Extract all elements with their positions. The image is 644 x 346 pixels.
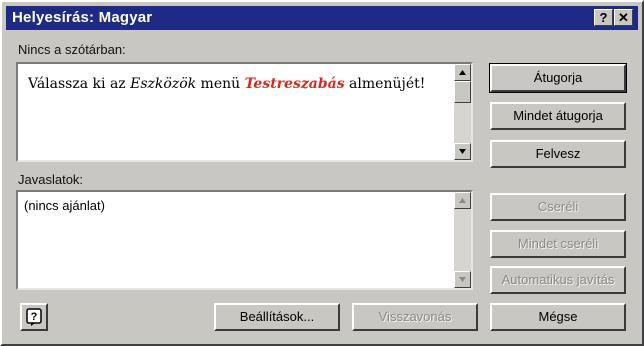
autocorrect-button[interactable]: Automatikus javítás	[490, 266, 626, 294]
sentence-part-1: Válassza ki az	[28, 76, 131, 92]
scroll-down-button[interactable]	[454, 143, 471, 160]
cancel-button[interactable]: Mégse	[490, 303, 626, 331]
scrollbar-suggestions[interactable]	[454, 192, 471, 288]
help-button[interactable]: ?	[594, 9, 613, 26]
add-button[interactable]: Felvesz	[490, 140, 626, 168]
options-button[interactable]: Beállítások...	[214, 303, 340, 331]
help-icon: ?	[599, 10, 608, 25]
not-in-dictionary-textbox[interactable]: Válassza ki az Eszközök menü Testreszabá…	[16, 62, 473, 162]
office-assistant-button[interactable]: ?	[20, 303, 48, 331]
not-in-dictionary-label: Nincs a szótárban:	[18, 42, 126, 57]
suggestions-label: Javaslatok:	[18, 172, 84, 187]
sentence-part-3: menü	[196, 76, 245, 92]
arrow-down-icon	[459, 149, 466, 154]
scroll-down-button[interactable]	[454, 271, 471, 288]
close-button[interactable]: ✕	[614, 9, 633, 26]
assistant-icon: ?	[26, 308, 42, 326]
scroll-up-button[interactable]	[454, 64, 471, 81]
close-icon: ✕	[618, 10, 629, 25]
arrow-down-icon	[459, 277, 466, 282]
undo-button[interactable]: Visszavonás	[352, 303, 478, 331]
skip-all-button[interactable]: Mindet átugorja	[490, 102, 626, 130]
list-item[interactable]: (nincs ajánlat)	[24, 198, 105, 213]
flagged-word: Testreszabás	[244, 76, 345, 92]
sentence-part-2: Eszközök	[130, 76, 197, 92]
dialog-title: Helyesírás: Magyar	[12, 9, 153, 26]
replace-all-button[interactable]: Mindet cseréli	[490, 230, 626, 258]
arrow-up-icon	[459, 70, 466, 75]
scroll-thumb[interactable]	[454, 81, 471, 103]
arrow-up-icon	[459, 198, 466, 203]
replace-button[interactable]: Cseréli	[490, 193, 626, 221]
misspelled-sentence[interactable]: Válassza ki az Eszközök menü Testreszabá…	[28, 76, 425, 92]
sentence-part-5: almenüjét!	[344, 76, 426, 92]
skip-button[interactable]: Átugorja	[489, 63, 627, 93]
spelling-dialog: Helyesírás: Magyar ? ✕ Nincs a szótárban…	[0, 0, 644, 346]
scroll-up-button[interactable]	[454, 192, 471, 209]
suggestions-list[interactable]: (nincs ajánlat)	[16, 190, 473, 290]
scrollbar-top[interactable]	[454, 64, 471, 160]
svg-text:?: ?	[31, 311, 38, 323]
title-bar: Helyesírás: Magyar ? ✕	[6, 6, 638, 30]
